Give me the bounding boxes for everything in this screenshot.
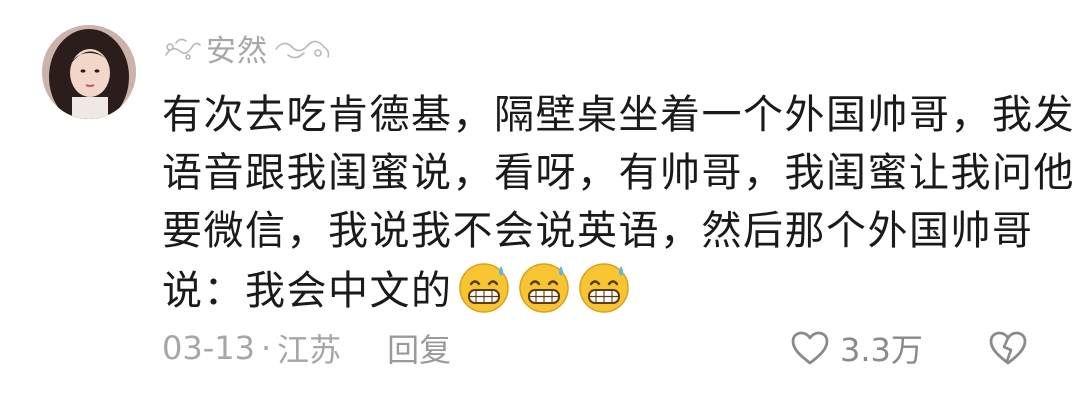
ornament-left-icon (165, 38, 201, 60)
heart-icon (791, 331, 829, 365)
ornament-right-icon (275, 40, 330, 59)
broken-heart-icon[interactable] (988, 328, 1028, 368)
comment-date: 03-13 (162, 329, 255, 367)
comment-location: 江苏 (277, 331, 342, 369)
comment-text: 有次去吃肯德基，隔壁桌坐着一个外国帅哥，我发 语音跟我闺蜜说，看呀，有帅哥，我闺… (162, 86, 1075, 318)
comment-line: 要微信，我说我不会说英语，然后那个外国帅哥 (162, 208, 1034, 254)
comment-line-last: 说：我会中文的 (162, 260, 1042, 318)
grin-sweat-emoji-icon (578, 263, 629, 313)
comment-footer: 03-13 · 江苏 回复 3.3万 (162, 326, 1042, 370)
like-button[interactable]: 3.3万 (790, 326, 923, 370)
emoji-group (457, 260, 631, 314)
avatar[interactable] (42, 25, 136, 119)
username-text: 安然 (206, 34, 268, 69)
comment-meta: 03-13 · 江苏 (162, 325, 341, 371)
comment-line: 有次去吃肯德基，隔壁桌坐着一个外国帅哥，我发 (162, 92, 1075, 138)
grin-sweat-emoji-icon (458, 263, 509, 313)
reply-button[interactable]: 回复 (387, 325, 451, 371)
comment-line-text: 说：我会中文的 (162, 268, 453, 314)
like-count: 3.3万 (840, 331, 923, 369)
username[interactable]: 安然 (162, 28, 332, 69)
comment-line: 语音跟我闺蜜说，看呀，有帅哥，我闺蜜让我问他 (162, 150, 1075, 196)
grin-sweat-emoji-icon (518, 263, 569, 313)
meta-separator: · (260, 329, 272, 367)
